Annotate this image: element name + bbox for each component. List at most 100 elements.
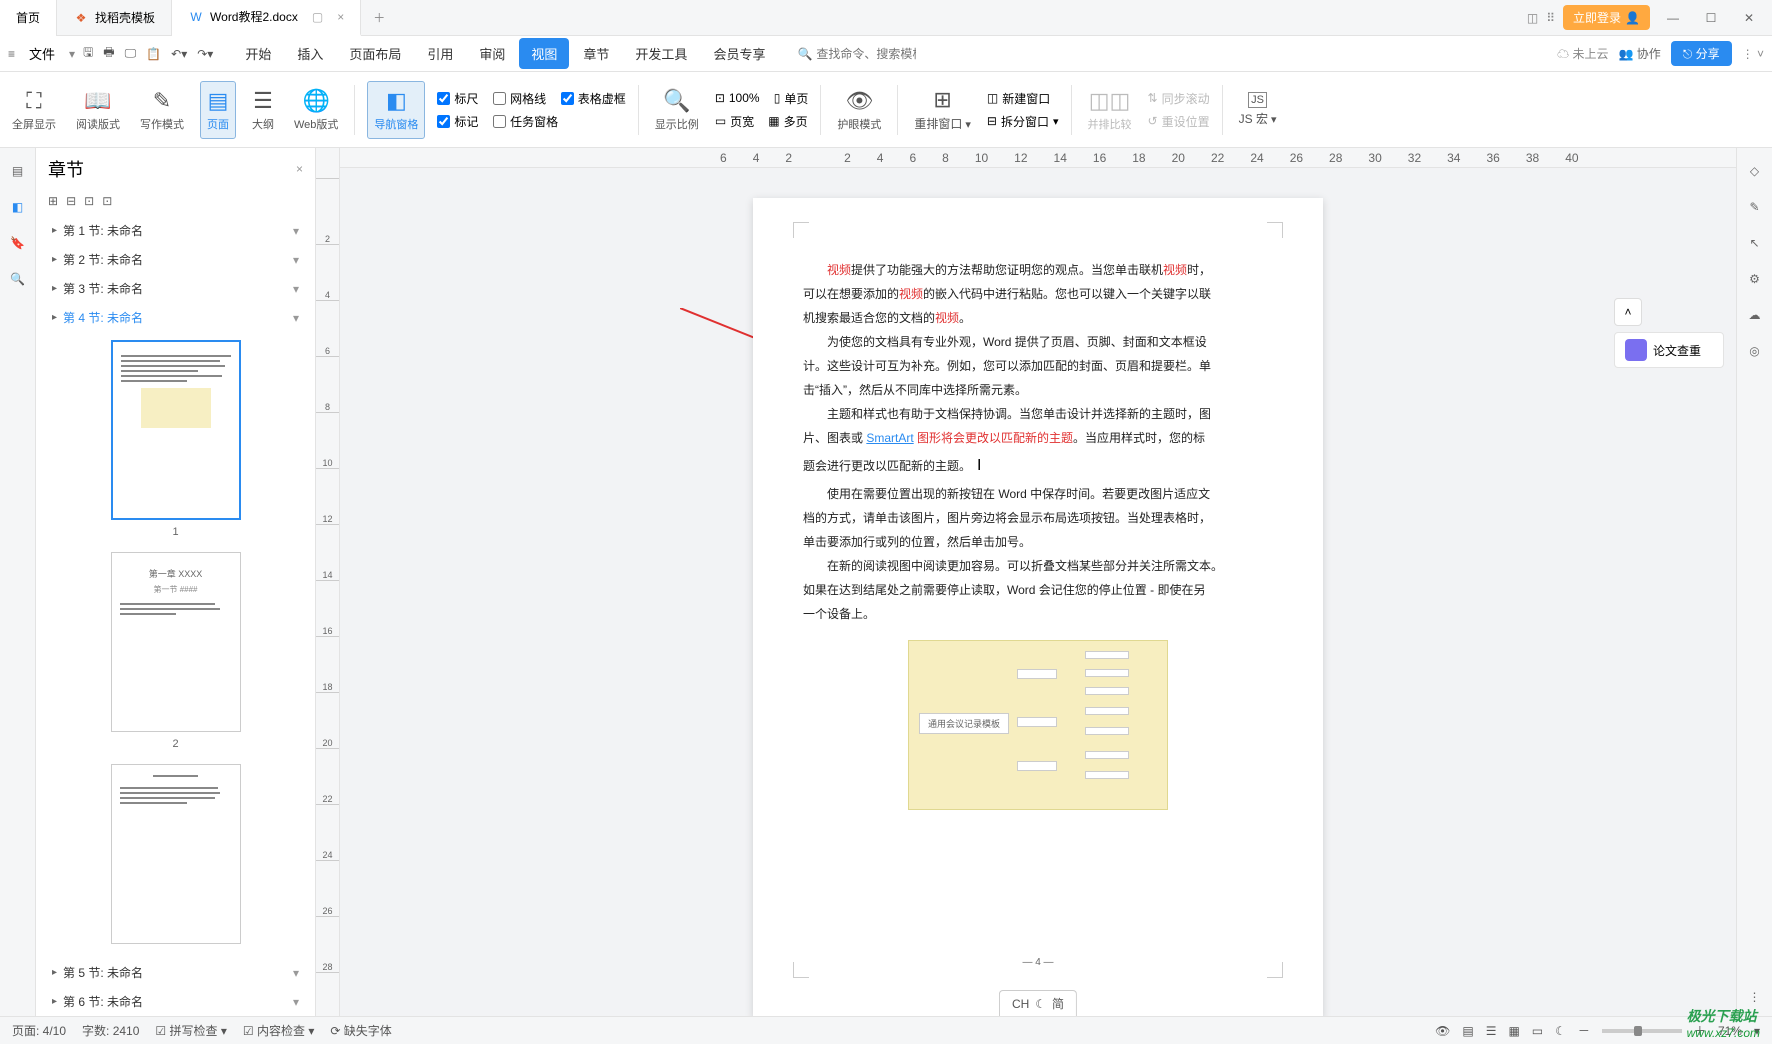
ime-bar[interactable]: CH ☾ 简 (999, 990, 1077, 1016)
paragraph[interactable]: 击“插入”，然后从不同库中选择所需元素。 (803, 378, 1273, 402)
remove-section-icon[interactable]: ⊟ (66, 194, 76, 208)
page-thumbnail[interactable]: 第一章 XXXX第一节 #### (111, 552, 241, 732)
item-menu-icon[interactable]: ▾ (293, 966, 299, 980)
missing-font-button[interactable]: ⟳ 缺失字体 (330, 1022, 391, 1039)
print-icon[interactable]: 🖶 (103, 43, 114, 64)
content-check-button[interactable]: ☑ 内容检查 ▾ (243, 1022, 314, 1039)
menu-tab-5[interactable]: 视图 (519, 38, 569, 69)
single-page-label[interactable]: 单页 (784, 90, 808, 107)
nav-section-item[interactable]: ▸第 5 节: 未命名▾ (44, 958, 307, 987)
word-count[interactable]: 字数: 2410 (82, 1022, 139, 1039)
tab-home[interactable]: 首页 (0, 0, 57, 36)
paragraph[interactable]: 片、图表或 SmartArt 图形将会更改以匹配新的主题。当应用样式时，您的标 (803, 426, 1273, 450)
login-button[interactable]: 立即登录 👤 (1563, 5, 1650, 30)
page-width-icon[interactable]: ▭ (715, 114, 726, 128)
item-menu-icon[interactable]: ▾ (293, 282, 299, 296)
layout1-icon[interactable]: ▤ (1462, 1024, 1473, 1038)
chevron-down-icon[interactable]: ⋮ ˅ (1742, 47, 1764, 61)
fullscreen-button[interactable]: ⛶全屏显示 (8, 88, 60, 132)
undo-icon[interactable]: ↶▾ (171, 47, 187, 61)
menu-tab-8[interactable]: 会员专享 (701, 38, 777, 69)
nav-pane-button[interactable]: ◧导航窗格 (367, 81, 425, 139)
paragraph[interactable]: 单击要添加行或列的位置，然后单击加号。 (803, 530, 1273, 554)
zoom-out-button[interactable]: － (1578, 1022, 1590, 1039)
select-icon[interactable]: ↖ (1749, 236, 1759, 250)
onehundred-icon[interactable]: ⊡ (715, 91, 725, 105)
zoom-button[interactable]: 🔍显示比例 (651, 88, 703, 132)
menu-tab-3[interactable]: 引用 (415, 38, 465, 69)
cooperate-button[interactable]: 👥 协作 (1619, 45, 1661, 62)
zoom-slider[interactable] (1602, 1029, 1682, 1033)
cloud-status[interactable]: ☁ 未上云 (1557, 45, 1608, 62)
split-window-icon[interactable]: ⊟ (987, 114, 997, 128)
eye-status-icon[interactable]: 👁 (1435, 1024, 1450, 1038)
eyecare-button[interactable]: 👁护眼模式 (833, 88, 885, 132)
close-icon[interactable]: × (337, 10, 344, 24)
save-icon[interactable]: 🖫 (83, 43, 93, 64)
maximize-button[interactable]: ☐ (1696, 3, 1726, 33)
menu-tab-6[interactable]: 章节 (571, 38, 621, 69)
menu-tab-0[interactable]: 开始 (233, 38, 283, 69)
cloud-icon[interactable]: ☁ (1749, 308, 1761, 322)
collapse-button[interactable]: ˄ (1614, 298, 1642, 326)
close-button[interactable]: ✕ (1734, 3, 1764, 33)
nav-section-item[interactable]: ▸第 4 节: 未命名▾ (44, 303, 307, 332)
document-page[interactable]: 视频提供了功能强大的方法帮助您证明您的观点。当您单击联机视频时， 可以在想要添加… (753, 198, 1323, 1016)
add-section-icon[interactable]: ⊞ (48, 194, 58, 208)
paragraph[interactable]: 机搜索最适合您的文档的视频。 (803, 306, 1273, 330)
writing-mode-button[interactable]: ✎写作模式 (136, 88, 188, 132)
menu-tab-7[interactable]: 开发工具 (623, 38, 699, 69)
table-checkbox[interactable] (561, 92, 574, 105)
item-menu-icon[interactable]: ▾ (293, 253, 299, 267)
document-area[interactable]: 642246810121416182022242628303234363840 … (340, 148, 1736, 1016)
paragraph[interactable]: 使用在需要位置出现的新按钮在 Word 中保存时间。若要更改图片适应文 (803, 482, 1273, 506)
nav-section-item[interactable]: ▸第 6 节: 未命名▾ (44, 987, 307, 1016)
more-icon[interactable]: ⋮ (1749, 990, 1761, 1004)
redo-icon[interactable]: ↷▾ (197, 47, 213, 61)
split-window-label[interactable]: 拆分窗口 (1001, 113, 1049, 130)
grid-checkbox[interactable] (493, 92, 506, 105)
paragraph[interactable]: 档的方式，请单击该图片，图片旁边将会显示布局选项按钮。当处理表格时， (803, 506, 1273, 530)
minimize-button[interactable]: — (1658, 3, 1688, 33)
spell-check-button[interactable]: ☑ 拼写检查 ▾ (155, 1022, 226, 1039)
task-checkbox[interactable] (493, 115, 506, 128)
single-page-icon[interactable]: ▯ (774, 91, 781, 105)
pen-tool-icon[interactable]: ✎ (1749, 200, 1759, 214)
nav-section-item[interactable]: ▸第 3 节: 未命名▾ (44, 274, 307, 303)
menu-tab-2[interactable]: 页面布局 (337, 38, 413, 69)
zoom-100-label[interactable]: 100% (729, 91, 760, 105)
paragraph[interactable]: 在新的阅读视图中阅读更加容易。可以折叠文档某些部分并关注所需文本。 (803, 554, 1273, 578)
nav-section-item[interactable]: ▸第 2 节: 未命名▾ (44, 245, 307, 274)
page-indicator[interactable]: 页面: 4/10 (12, 1022, 66, 1039)
nav-section-item[interactable]: ▸第 1 节: 未命名▾ (44, 216, 307, 245)
menu-icon[interactable]: ≡ (8, 47, 15, 61)
paragraph[interactable]: 视频提供了功能强大的方法帮助您证明您的观点。当您单击联机视频时， (803, 258, 1273, 282)
layout-icon[interactable]: ◫ (1527, 11, 1538, 25)
moon-status-icon[interactable]: ☾ (1555, 1024, 1566, 1038)
reading-layout-button[interactable]: 📖阅读版式 (72, 88, 124, 132)
ruler-checkbox[interactable] (437, 92, 450, 105)
expand-icon[interactable]: ⊡ (84, 194, 94, 208)
tab-templates[interactable]: ❖ 找稻壳模板 (57, 0, 172, 36)
paragraph[interactable]: 主题和样式也有助于文档保持协调。当您单击设计并选择新的主题时，图 (803, 402, 1273, 426)
target-icon[interactable]: ◎ (1749, 344, 1759, 358)
mindmap-image[interactable]: 通用会议记录模板 (908, 640, 1168, 810)
new-window-icon[interactable]: ◫ (987, 91, 998, 105)
js-macro-button[interactable]: JSJS 宏 ▾ (1235, 92, 1281, 127)
sections-panel-icon[interactable]: ◧ (9, 198, 27, 216)
nav-close-icon[interactable]: × (296, 162, 303, 176)
bookmark-icon[interactable]: 🔖 (9, 234, 27, 252)
menu-tab-1[interactable]: 插入 (285, 38, 335, 69)
toolbox-icon[interactable]: ◇ (1750, 164, 1759, 178)
search-input[interactable] (816, 47, 916, 61)
mark-checkbox[interactable] (437, 115, 450, 128)
paragraph[interactable]: 一个设备上。 (803, 602, 1273, 626)
paper-check-button[interactable]: 论文查重 (1614, 332, 1724, 368)
command-search[interactable]: 🔍 (797, 47, 916, 61)
multi-page-label[interactable]: 多页 (784, 113, 808, 130)
paragraph[interactable]: 可以在想要添加的视频的嵌入代码中进行粘贴。您也可以键入一个关键字以联 (803, 282, 1273, 306)
outline-panel-icon[interactable]: ▤ (9, 162, 27, 180)
share-button[interactable]: ⎋ 分享 (1671, 41, 1732, 66)
layout3-icon[interactable]: ▦ (1508, 1024, 1519, 1038)
settings-icon[interactable]: ⚙ (1749, 272, 1760, 286)
